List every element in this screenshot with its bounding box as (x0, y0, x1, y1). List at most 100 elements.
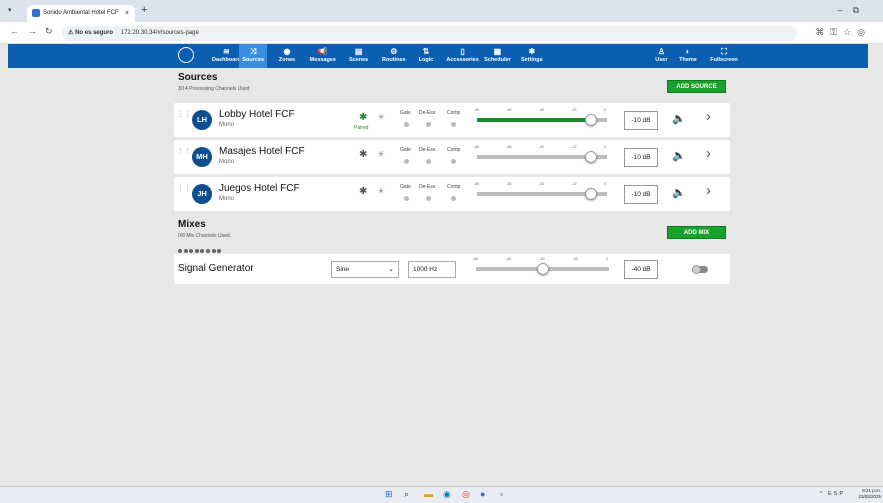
slider-knob[interactable] (585, 114, 598, 126)
routine-icon: ⚙ (390, 47, 398, 56)
dsp-label: De-Ess (419, 110, 436, 116)
system-tray[interactable]: ^ ESP (820, 491, 845, 497)
user-icon: ♙ (657, 47, 665, 56)
drag-handle-icon[interactable]: ⋮⋮ (177, 185, 191, 192)
add-source-button[interactable]: ADD SOURCE (667, 80, 726, 93)
tick-label: -60 (506, 145, 512, 149)
address-bar[interactable]: ⚠ No es seguro 172.20.30.34/#/sources-pa… (62, 26, 797, 41)
app-icon[interactable]: ● (480, 489, 485, 499)
identify-light-icon[interactable]: ☀ (377, 186, 385, 197)
app-nav-bar: ≋ Dashboard ⤨ Sources ◉ Zones 📢 Messages ▤ Scenes… (8, 44, 868, 68)
window-controls[interactable]: –⧉ (838, 5, 869, 16)
source-type: Mono (219, 159, 235, 165)
signal-generator-toggle[interactable] (692, 265, 708, 274)
nav-scheduler[interactable]: ▦ Scheduler (480, 44, 515, 68)
source-avatar: LH (192, 110, 212, 130)
tick-label: -22 (571, 108, 577, 112)
dsp-toggle[interactable] (404, 159, 409, 164)
chrome-icon[interactable]: ◎ (462, 489, 470, 500)
source-level-db[interactable]: -10 dB (624, 111, 658, 130)
chevron-right-icon[interactable]: › (706, 145, 711, 162)
signal-level-slider[interactable]: -80 -60 -40 -20 0 (473, 257, 609, 277)
nav-label: Settings (520, 57, 543, 63)
drag-handle-icon[interactable]: ⋮⋮ (177, 111, 191, 118)
tick-label: -60 (506, 108, 512, 112)
translate-icon[interactable]: ⌘ (815, 27, 830, 37)
browser-tab[interactable]: Sonido Ambiental Hotel FCF × (27, 5, 135, 22)
security-label: No es seguro (75, 30, 114, 36)
tick-label: -20 (572, 257, 578, 261)
nav-routines[interactable]: ⚙ Routines (378, 44, 410, 68)
mixes-title: Mixes (178, 219, 206, 230)
frequency-input[interactable]: 1000 Hz (408, 261, 456, 278)
nav-theme[interactable]: ◐ Theme (677, 44, 699, 68)
nav-label: Scenes (348, 57, 369, 63)
dsp-toggle[interactable] (404, 196, 409, 201)
nav-label: Sources (242, 57, 265, 63)
nav-accessories[interactable]: ▯ Accessories (442, 44, 483, 68)
new-tab-button[interactable]: + (141, 4, 147, 16)
key-icon[interactable]: ⚿ (830, 27, 843, 37)
bluetooth-icon[interactable]: ✱ (359, 149, 367, 160)
minimize-icon[interactable]: – (838, 5, 853, 15)
reload-icon[interactable]: ↻ (45, 26, 53, 37)
bluetooth-icon[interactable]: ✱ (359, 186, 367, 197)
add-mix-button[interactable]: ADD MIX (667, 226, 726, 239)
slider-knob[interactable] (536, 263, 549, 275)
dsp-toggle[interactable] (451, 196, 456, 201)
source-level-slider[interactable]: -80 -60 -40 -22 0 (474, 108, 610, 128)
bookmark-star-icon[interactable]: ☆ (843, 27, 857, 37)
source-level-slider[interactable]: -80 -60 -40 -22 0 (474, 182, 610, 202)
identify-light-icon[interactable]: ☀ (377, 112, 385, 123)
nav-fullscreen[interactable]: ⛶ Fullscreen (705, 44, 743, 68)
bluetooth-icon[interactable]: ✱ (359, 112, 367, 123)
profile-icon[interactable]: ◎ (857, 27, 871, 37)
nav-scenes[interactable]: ▤ Scenes (346, 44, 371, 68)
file-explorer-icon[interactable]: ▬ (424, 489, 433, 499)
tick-label: -80 (473, 257, 479, 261)
identify-light-icon[interactable]: ☀ (377, 149, 385, 160)
source-level-db[interactable]: -10 dB (624, 185, 658, 204)
taskview-icon[interactable]: ▫ (500, 489, 503, 499)
nav-messages[interactable]: 📢 Messages (307, 44, 339, 68)
dsp-toggle[interactable] (404, 122, 409, 127)
nav-label: Fullscreen (710, 57, 738, 63)
dsp-toggle[interactable] (426, 159, 431, 164)
search-icon[interactable]: ⌕ (404, 489, 409, 500)
maximize-icon[interactable]: ⧉ (853, 5, 869, 15)
dsp-toggle[interactable] (451, 122, 456, 127)
tab-close-icon[interactable]: × (125, 5, 129, 22)
source-level-slider[interactable]: -80 -60 -40 -22 0 (474, 145, 610, 165)
dsp-toggle[interactable] (426, 122, 431, 127)
edge-icon[interactable]: ◉ (443, 489, 451, 500)
nav-label: Theme (679, 57, 697, 63)
nav-label: Routines (382, 57, 406, 63)
slider-knob[interactable] (585, 151, 598, 163)
source-level-db[interactable]: -10 dB (624, 148, 658, 167)
nav-sources[interactable]: ⤨ Sources (239, 44, 268, 68)
clock[interactable]: 9:21 p.m. 23/02/2025 (858, 488, 881, 500)
speaker-icon[interactable]: 🔈 (672, 149, 686, 162)
speaker-icon[interactable]: 🔈 (672, 186, 686, 199)
source-avatar: JH (192, 184, 212, 204)
tick-label: 0 (606, 257, 608, 261)
signal-level-db[interactable]: -40 dB (624, 260, 658, 279)
dsp-toggle[interactable] (451, 159, 456, 164)
speaker-icon[interactable]: 🔈 (672, 112, 686, 125)
chevron-right-icon[interactable]: › (706, 108, 711, 125)
slider-knob[interactable] (585, 188, 598, 200)
tick-label: 0 (604, 145, 606, 149)
dsp-toggle[interactable] (426, 196, 431, 201)
nav-zones[interactable]: ◉ Zones (276, 44, 298, 68)
nav-logic[interactable]: ⇅ Logic (415, 44, 437, 68)
windows-start-icon[interactable]: ⊞ (385, 489, 393, 500)
back-icon[interactable]: ← (10, 26, 19, 36)
tab-search-icon[interactable]: ▾ (8, 6, 12, 14)
waveform-select[interactable]: Sine ⌄ (331, 261, 399, 278)
forward-icon[interactable]: → (28, 26, 37, 36)
chevron-right-icon[interactable]: › (706, 182, 711, 199)
drag-handle-icon[interactable]: ⋮⋮ (177, 148, 191, 155)
app-logo-icon[interactable] (178, 47, 194, 63)
nav-user[interactable]: ♙ User (652, 44, 671, 68)
nav-settings[interactable]: ✱ Settings (516, 44, 548, 68)
